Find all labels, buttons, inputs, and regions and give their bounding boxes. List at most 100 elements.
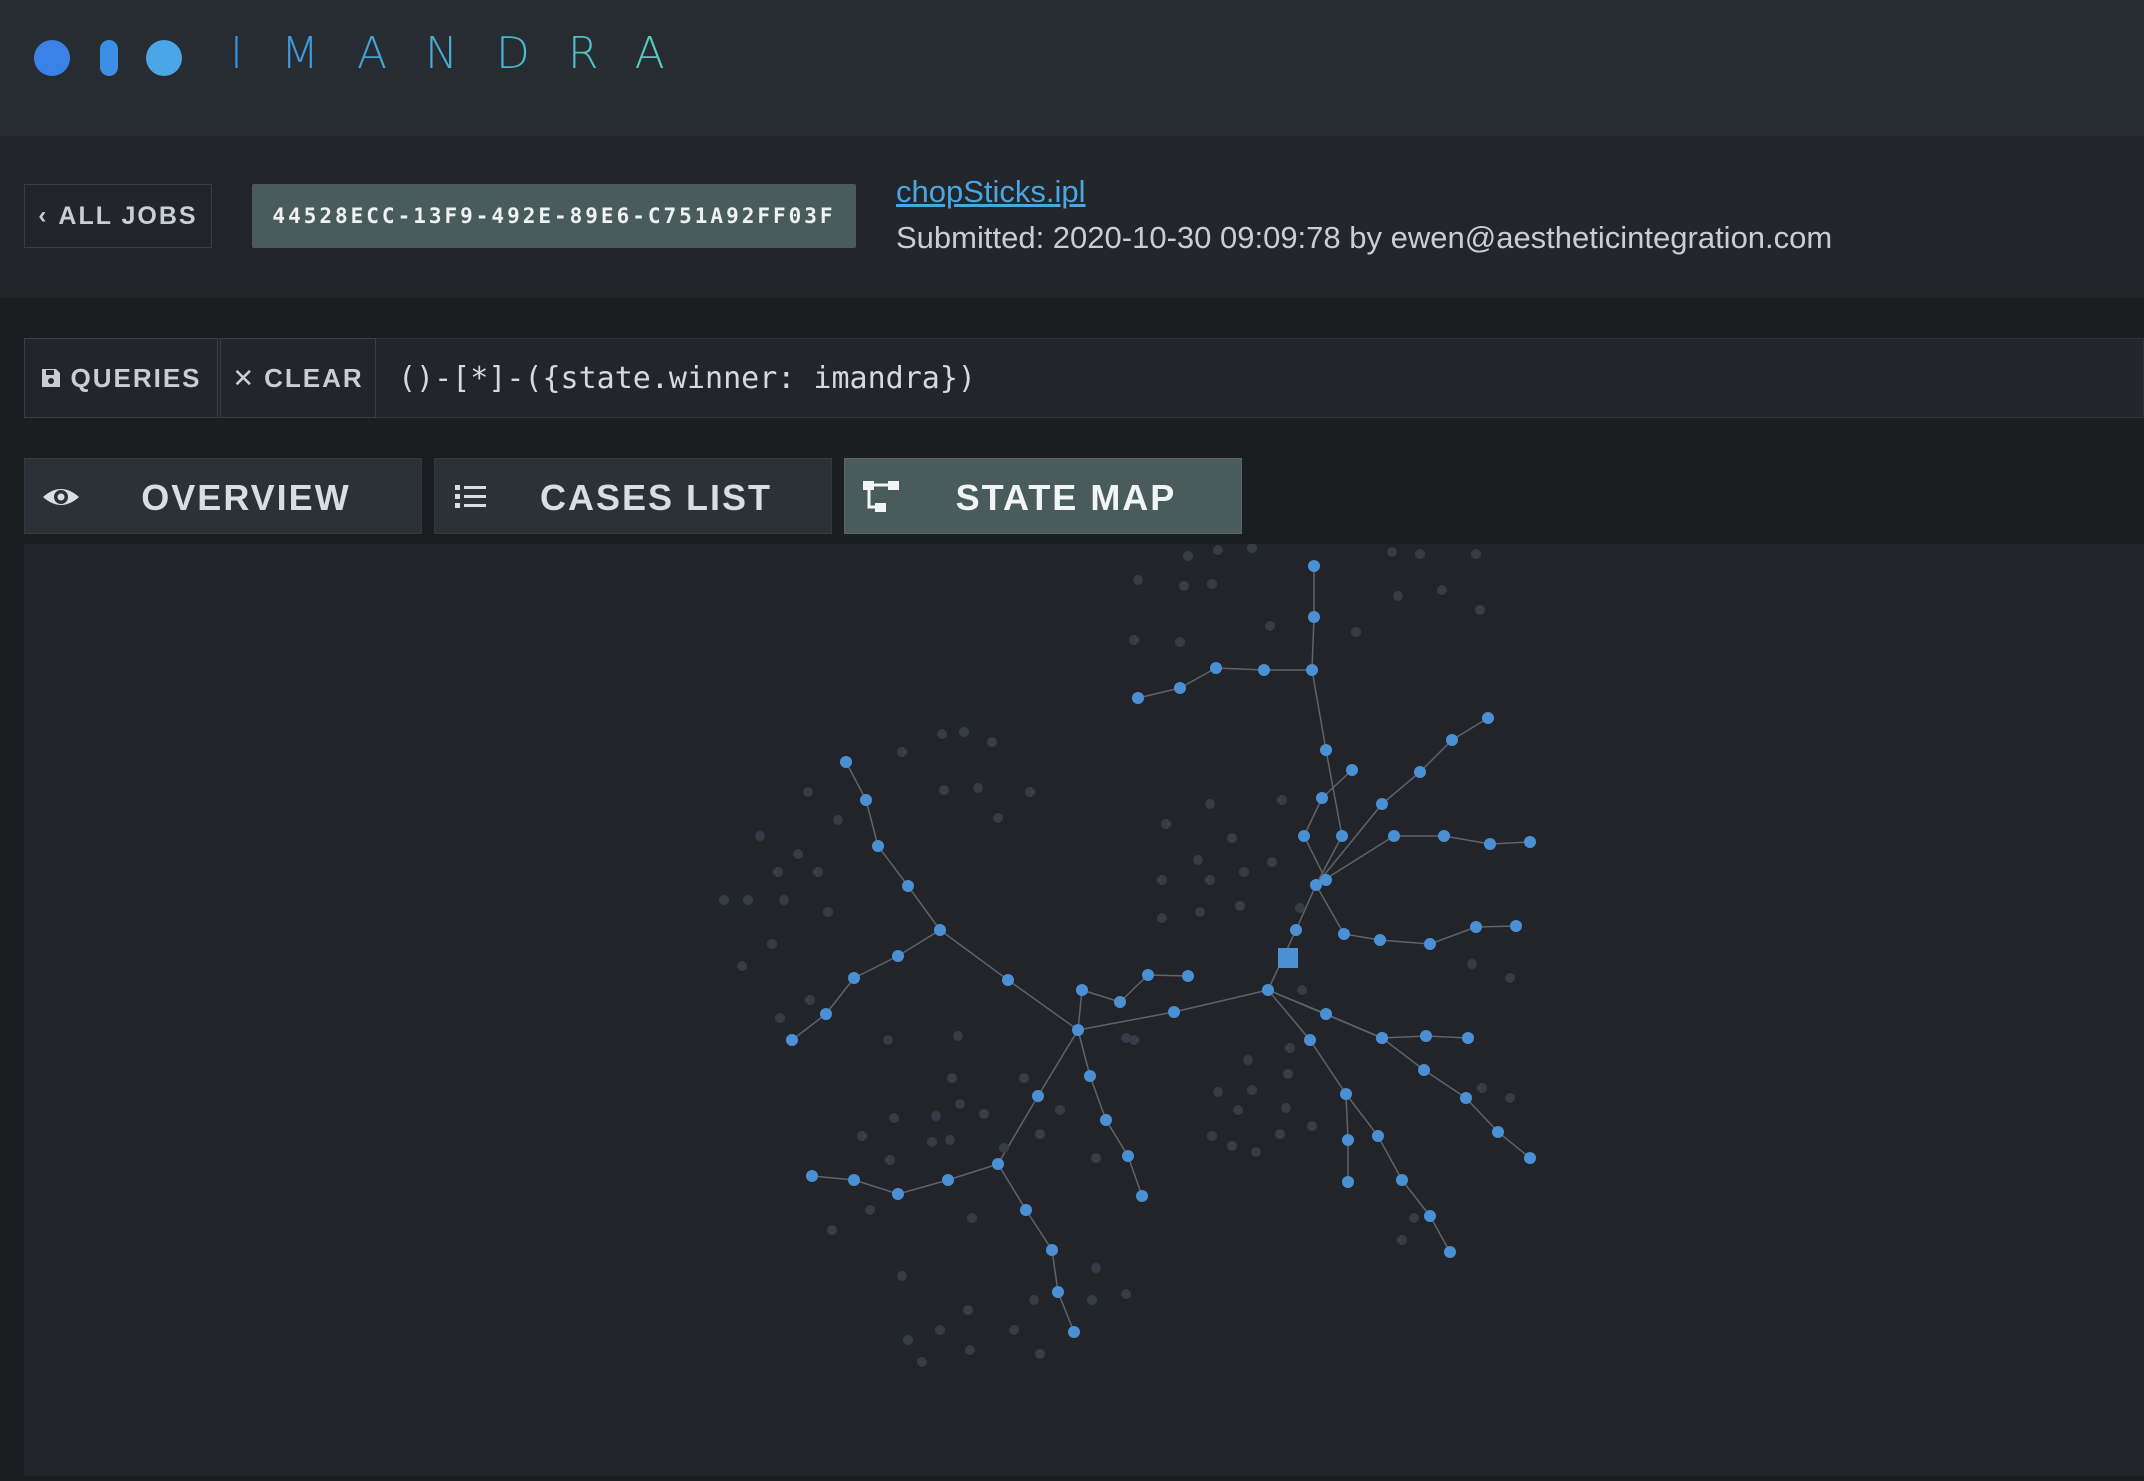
graph-node[interactable] bbox=[1142, 969, 1154, 981]
graph-node-inactive[interactable] bbox=[917, 1357, 927, 1367]
graph-node-inactive[interactable] bbox=[1471, 549, 1481, 559]
graph-node[interactable] bbox=[872, 840, 884, 852]
graph-node-inactive[interactable] bbox=[1207, 579, 1217, 589]
graph-node-inactive[interactable] bbox=[1029, 1295, 1039, 1305]
graph-node[interactable] bbox=[892, 1188, 904, 1200]
graph-node[interactable] bbox=[1308, 611, 1320, 623]
graph-node-inactive[interactable] bbox=[889, 1113, 899, 1123]
graph-node-inactive[interactable] bbox=[963, 1305, 973, 1315]
graph-node[interactable] bbox=[848, 1174, 860, 1186]
graph-node-inactive[interactable] bbox=[1505, 1093, 1515, 1103]
graph-node-inactive[interactable] bbox=[1295, 903, 1305, 913]
graph-node-inactive[interactable] bbox=[1505, 973, 1515, 983]
graph-node[interactable] bbox=[1396, 1174, 1408, 1186]
graph-node[interactable] bbox=[1122, 1150, 1134, 1162]
graph-node[interactable] bbox=[1482, 712, 1494, 724]
graph-node-inactive[interactable] bbox=[1055, 1105, 1065, 1115]
graph-node-inactive[interactable] bbox=[775, 1013, 785, 1023]
graph-node[interactable] bbox=[1002, 974, 1014, 986]
graph-node-inactive[interactable] bbox=[857, 1131, 867, 1141]
graph-node-inactive[interactable] bbox=[793, 849, 803, 859]
graph-node-inactive[interactable] bbox=[1351, 627, 1361, 637]
graph-node[interactable] bbox=[1414, 766, 1426, 778]
graph-node-inactive[interactable] bbox=[1179, 581, 1189, 591]
graph-node-inactive[interactable] bbox=[1205, 875, 1215, 885]
graph-node[interactable] bbox=[1114, 996, 1126, 1008]
graph-node-inactive[interactable] bbox=[959, 727, 969, 737]
graph-node-inactive[interactable] bbox=[967, 1213, 977, 1223]
graph-node-inactive[interactable] bbox=[1091, 1263, 1101, 1273]
graph-node-inactive[interactable] bbox=[965, 1345, 975, 1355]
graph-node[interactable] bbox=[1346, 764, 1358, 776]
graph-node[interactable] bbox=[806, 1170, 818, 1182]
graph-node-inactive[interactable] bbox=[1227, 1141, 1237, 1151]
graph-node[interactable] bbox=[848, 972, 860, 984]
graph-node-inactive[interactable] bbox=[1265, 621, 1275, 631]
query-input[interactable] bbox=[376, 338, 2144, 418]
graph-node-inactive[interactable] bbox=[737, 961, 747, 971]
graph-node[interactable] bbox=[1290, 924, 1302, 936]
graph-node[interactable] bbox=[1374, 934, 1386, 946]
graph-node-inactive[interactable] bbox=[935, 1325, 945, 1335]
graph-node[interactable] bbox=[1340, 1088, 1352, 1100]
graph-node-inactive[interactable] bbox=[999, 1143, 1009, 1153]
graph-node-inactive[interactable] bbox=[1035, 1129, 1045, 1139]
graph-node[interactable] bbox=[1342, 1134, 1354, 1146]
graph-node-inactive[interactable] bbox=[1035, 1349, 1045, 1359]
graph-node-inactive[interactable] bbox=[993, 813, 1003, 823]
graph-node[interactable] bbox=[1418, 1064, 1430, 1076]
graph-node[interactable] bbox=[1320, 744, 1332, 756]
graph-node[interactable] bbox=[1262, 984, 1274, 996]
graph-node[interactable] bbox=[1046, 1244, 1058, 1256]
graph-node-inactive[interactable] bbox=[1409, 1213, 1419, 1223]
graph-node[interactable] bbox=[1308, 560, 1320, 572]
graph-node[interactable] bbox=[1460, 1092, 1472, 1104]
root-state-marker[interactable] bbox=[1278, 948, 1298, 968]
graph-node-inactive[interactable] bbox=[755, 831, 765, 841]
graph-node-inactive[interactable] bbox=[1121, 1289, 1131, 1299]
graph-node-inactive[interactable] bbox=[1415, 549, 1425, 559]
graph-node[interactable] bbox=[1438, 830, 1450, 842]
clear-button[interactable]: ✕ CLEAR bbox=[220, 338, 376, 418]
tab-overview[interactable]: OVERVIEW bbox=[24, 458, 422, 534]
graph-node-inactive[interactable] bbox=[947, 1073, 957, 1083]
graph-node-inactive[interactable] bbox=[1247, 1085, 1257, 1095]
graph-node-inactive[interactable] bbox=[1277, 795, 1287, 805]
graph-node-inactive[interactable] bbox=[1175, 637, 1185, 647]
graph-node-inactive[interactable] bbox=[1161, 819, 1171, 829]
graph-node-inactive[interactable] bbox=[1193, 855, 1203, 865]
graph-node[interactable] bbox=[1258, 664, 1270, 676]
graph-node-inactive[interactable] bbox=[1205, 799, 1215, 809]
graph-node[interactable] bbox=[1342, 1176, 1354, 1188]
tab-cases-list[interactable]: CASES LIST bbox=[434, 458, 832, 534]
state-map-graph[interactable] bbox=[24, 543, 2144, 1476]
graph-node-inactive[interactable] bbox=[1129, 1035, 1139, 1045]
graph-node[interactable] bbox=[1372, 1130, 1384, 1142]
graph-node[interactable] bbox=[942, 1174, 954, 1186]
graph-node-inactive[interactable] bbox=[927, 1137, 937, 1147]
graph-node[interactable] bbox=[1444, 1246, 1456, 1258]
graph-node[interactable] bbox=[1076, 984, 1088, 996]
graph-node-inactive[interactable] bbox=[1437, 585, 1447, 595]
graph-node-inactive[interactable] bbox=[1247, 543, 1257, 553]
graph-node-inactive[interactable] bbox=[1025, 787, 1035, 797]
graph-node[interactable] bbox=[992, 1158, 1004, 1170]
graph-node[interactable] bbox=[1136, 1190, 1148, 1202]
graph-node-inactive[interactable] bbox=[937, 729, 947, 739]
graph-node-inactive[interactable] bbox=[973, 783, 983, 793]
graph-node-inactive[interactable] bbox=[773, 867, 783, 877]
graph-node-inactive[interactable] bbox=[1477, 1083, 1487, 1093]
graph-node-inactive[interactable] bbox=[1019, 1073, 1029, 1083]
graph-node[interactable] bbox=[820, 1008, 832, 1020]
graph-node[interactable] bbox=[1306, 664, 1318, 676]
graph-node-inactive[interactable] bbox=[903, 1335, 913, 1345]
graph-node-inactive[interactable] bbox=[1091, 1153, 1101, 1163]
graph-node[interactable] bbox=[1320, 1008, 1332, 1020]
graph-node[interactable] bbox=[892, 950, 904, 962]
graph-node[interactable] bbox=[1338, 928, 1350, 940]
graph-node-inactive[interactable] bbox=[885, 1155, 895, 1165]
graph-node-inactive[interactable] bbox=[827, 1225, 837, 1235]
graph-node-inactive[interactable] bbox=[1009, 1325, 1019, 1335]
graph-node-inactive[interactable] bbox=[805, 995, 815, 1005]
graph-node[interactable] bbox=[934, 924, 946, 936]
